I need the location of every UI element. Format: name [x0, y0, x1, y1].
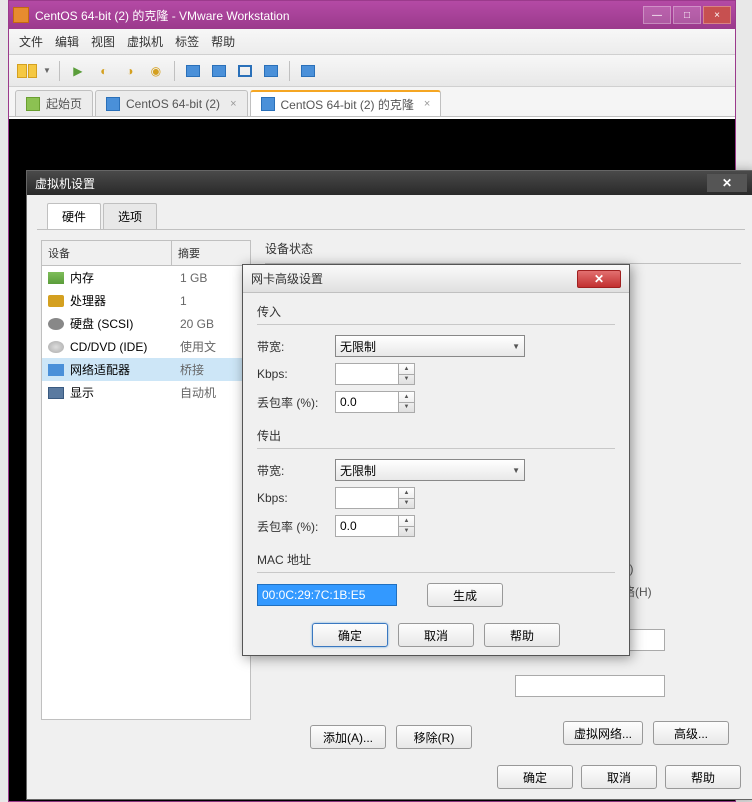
chevron-down-icon: ▼: [512, 342, 520, 351]
library-toggle-icon[interactable]: [17, 61, 37, 81]
bandwidth-out-label: 带宽:: [257, 462, 335, 479]
tab-vm2[interactable]: CentOS 64-bit (2) 的克隆 ×: [250, 90, 442, 116]
menubar: 文件 编辑 视图 虚拟机 标签 帮助: [9, 29, 735, 55]
vm-settings-close-button[interactable]: ✕: [707, 174, 747, 192]
nic-close-button[interactable]: ✕: [577, 270, 621, 288]
nic-ok-button[interactable]: 确定: [312, 623, 388, 647]
bandwidth-in-label: 带宽:: [257, 338, 335, 355]
menu-tabs[interactable]: 标签: [175, 33, 199, 50]
kbps-out-label: Kbps:: [257, 491, 335, 505]
unity-icon[interactable]: [261, 61, 281, 81]
incoming-label: 传入: [257, 303, 615, 320]
add-device-button[interactable]: 添加(A)...: [310, 725, 386, 749]
vm-icon: [261, 97, 275, 111]
disk-icon: [48, 318, 64, 330]
menu-vm[interactable]: 虚拟机: [127, 33, 163, 50]
reset-icon[interactable]: ◉: [146, 61, 166, 81]
console-icon[interactable]: [298, 61, 318, 81]
nic-help-button[interactable]: 帮助: [484, 623, 560, 647]
tab-vm1[interactable]: CentOS 64-bit (2) ×: [95, 90, 247, 116]
bandwidth-in-select[interactable]: 无限制▼: [335, 335, 525, 357]
display-icon: [48, 387, 64, 399]
power-off-icon[interactable]: ◑: [120, 61, 140, 81]
device-display[interactable]: 显示 自动机: [42, 381, 250, 404]
device-list: 设备 摘要 内存 1 GB 处理器 1 硬盘 (SCSI) 20 GB CD/D…: [41, 240, 251, 720]
vm-cancel-button[interactable]: 取消: [581, 765, 657, 789]
loss-out-input[interactable]: [335, 515, 399, 537]
nic-advanced-dialog: 网卡高级设置 ✕ 传入 带宽: 无限制▼ Kbps: ▲▼ 丢包率 (%): ▲…: [242, 264, 630, 656]
kbps-in-label: Kbps:: [257, 367, 335, 381]
power-on-icon[interactable]: ▶: [68, 61, 88, 81]
kbps-out-spinner[interactable]: ▲▼: [399, 487, 415, 509]
tab-vm1-label: CentOS 64-bit (2): [126, 97, 220, 111]
loss-out-spinner[interactable]: ▲▼: [399, 515, 415, 537]
app-icon: [13, 7, 29, 23]
memory-icon: [48, 272, 64, 284]
vmnet-combo[interactable]: [515, 675, 665, 697]
bandwidth-out-select[interactable]: 无限制▼: [335, 459, 525, 481]
tab-home-label: 起始页: [46, 95, 82, 112]
device-memory[interactable]: 内存 1 GB: [42, 266, 250, 289]
network-icon: [48, 364, 64, 376]
snapshot-icon[interactable]: [183, 61, 203, 81]
device-network[interactable]: 网络适配器 桥接: [42, 358, 250, 381]
menu-file[interactable]: 文件: [19, 33, 43, 50]
loss-in-spinner[interactable]: ▲▼: [399, 391, 415, 413]
vm-icon: [106, 97, 120, 111]
tabbar: 起始页 CentOS 64-bit (2) × CentOS 64-bit (2…: [9, 87, 735, 117]
menu-view[interactable]: 视图: [91, 33, 115, 50]
vm-settings-tabs: 硬件 选项: [37, 195, 745, 230]
device-disk[interactable]: 硬盘 (SCSI) 20 GB: [42, 312, 250, 335]
tab-close-icon[interactable]: ×: [424, 98, 430, 110]
device-cd[interactable]: CD/DVD (IDE) 使用文: [42, 335, 250, 358]
nic-titlebar: 网卡高级设置 ✕: [243, 265, 629, 293]
col-summary: 摘要: [172, 241, 206, 265]
chevron-down-icon: ▼: [512, 466, 520, 475]
kbps-in-spinner[interactable]: ▲▼: [399, 363, 415, 385]
outgoing-label: 传出: [257, 427, 615, 444]
minimize-button[interactable]: —: [643, 6, 671, 24]
nic-title: 网卡高级设置: [251, 270, 577, 287]
mac-address-input[interactable]: [257, 584, 397, 606]
window-title: CentOS 64-bit (2) 的克隆 - VMware Workstati…: [35, 7, 643, 24]
tab-options[interactable]: 选项: [103, 203, 157, 229]
vm-settings-titlebar: 虚拟机设置 ✕: [27, 171, 752, 195]
suspend-icon[interactable]: ◐: [94, 61, 114, 81]
vm-help-button[interactable]: 帮助: [665, 765, 741, 789]
tab-home[interactable]: 起始页: [15, 90, 93, 116]
titlebar: CentOS 64-bit (2) 的克隆 - VMware Workstati…: [9, 1, 735, 29]
cpu-icon: [48, 295, 64, 307]
loss-in-input[interactable]: [335, 391, 399, 413]
menu-help[interactable]: 帮助: [211, 33, 235, 50]
vm-ok-button[interactable]: 确定: [497, 765, 573, 789]
kbps-out-input[interactable]: [335, 487, 399, 509]
loss-in-label: 丢包率 (%):: [257, 394, 335, 411]
window-controls: — □ ×: [643, 6, 731, 24]
status-group-title: 设备状态: [265, 240, 741, 257]
col-device: 设备: [42, 241, 172, 265]
maximize-button[interactable]: □: [673, 6, 701, 24]
nic-cancel-button[interactable]: 取消: [398, 623, 474, 647]
menu-edit[interactable]: 编辑: [55, 33, 79, 50]
close-button[interactable]: ×: [703, 6, 731, 24]
generate-mac-button[interactable]: 生成: [427, 583, 503, 607]
vm-settings-title: 虚拟机设置: [35, 175, 707, 192]
home-icon: [26, 97, 40, 111]
toolbar: ▼ ▶ ◐ ◑ ◉: [9, 55, 735, 87]
tab-hardware[interactable]: 硬件: [47, 203, 101, 229]
device-cpu[interactable]: 处理器 1: [42, 289, 250, 312]
loss-out-label: 丢包率 (%):: [257, 518, 335, 535]
fullscreen-icon[interactable]: [235, 61, 255, 81]
mac-label: MAC 地址: [257, 551, 615, 568]
cd-icon: [48, 341, 64, 353]
tab-close-icon[interactable]: ×: [230, 98, 236, 110]
snapshot-manager-icon[interactable]: [209, 61, 229, 81]
remove-device-button[interactable]: 移除(R): [396, 725, 472, 749]
tab-vm2-label: CentOS 64-bit (2) 的克隆: [281, 96, 414, 113]
kbps-in-input[interactable]: [335, 363, 399, 385]
